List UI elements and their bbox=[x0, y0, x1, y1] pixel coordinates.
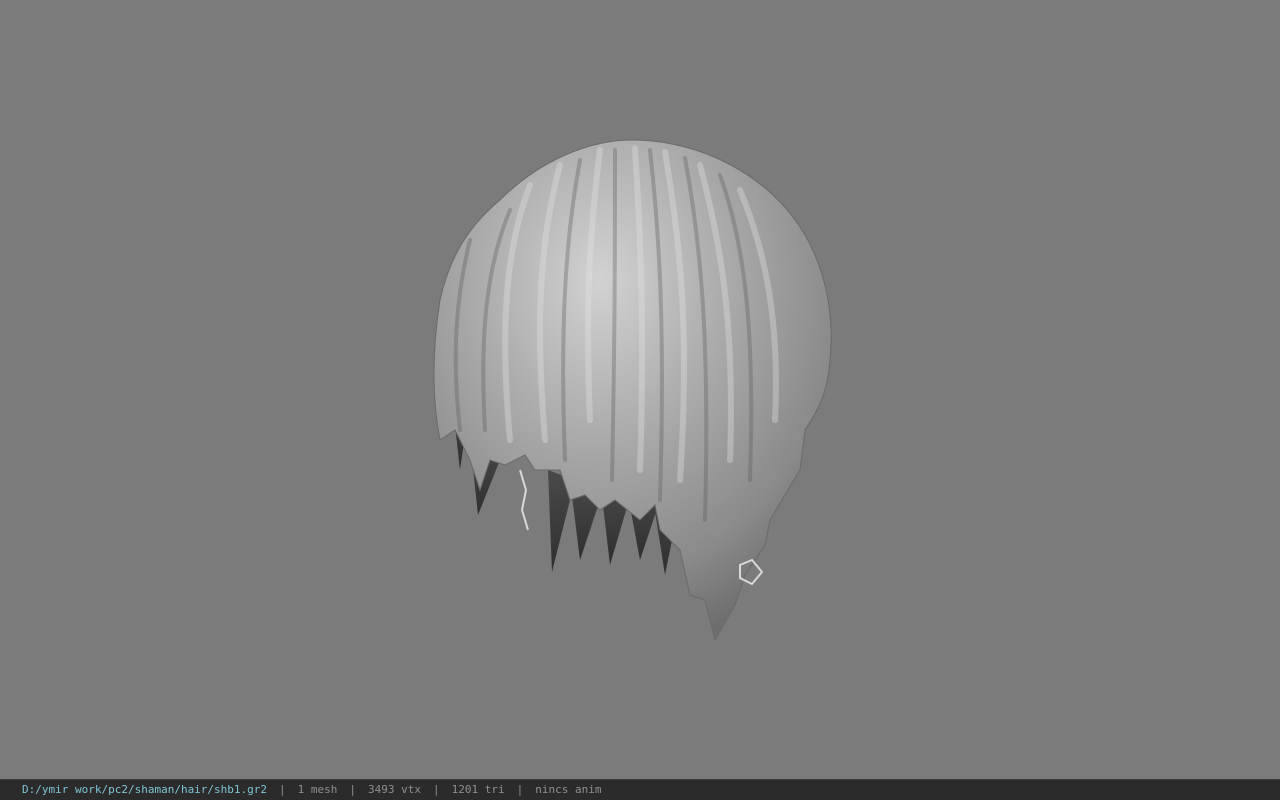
status-vertex-count: 3493 vtx bbox=[368, 783, 422, 796]
status-animation: nincs anim bbox=[535, 783, 602, 796]
status-separator: | bbox=[433, 783, 440, 796]
status-file-path: D:/ymir work/pc2/shaman/hair/shb1.gr2 bbox=[22, 783, 268, 796]
status-bar: D:/ymir work/pc2/shaman/hair/shb1.gr2 | 1 … bbox=[0, 779, 1280, 800]
status-separator: | bbox=[279, 783, 286, 796]
3d-viewport[interactable] bbox=[0, 0, 1280, 779]
hair-main-volume bbox=[433, 139, 832, 642]
status-triangle-count: 1201 tri bbox=[451, 783, 505, 796]
hair-mesh-model bbox=[433, 139, 832, 642]
status-separator: | bbox=[516, 783, 524, 796]
status-separator: | bbox=[349, 783, 357, 796]
status-mesh-count: 1 mesh bbox=[297, 783, 338, 796]
